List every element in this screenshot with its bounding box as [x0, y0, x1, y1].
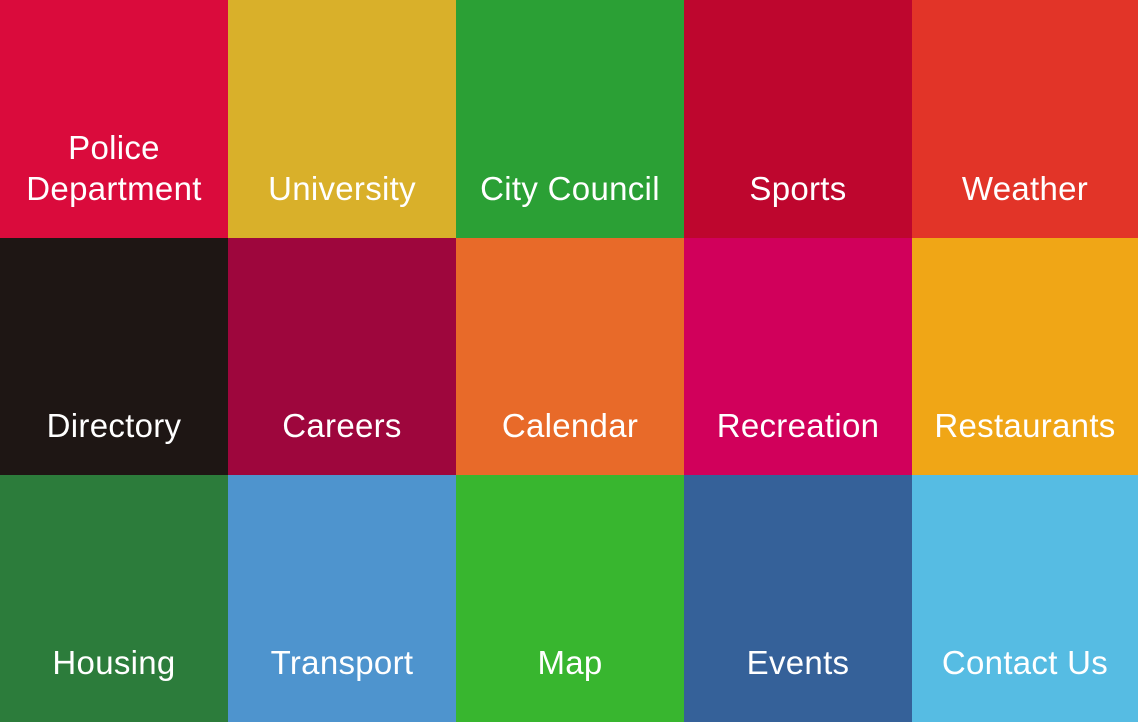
tile-careers[interactable]: Careers — [228, 238, 456, 475]
bottom-strip — [0, 712, 1138, 722]
tile-label: Contact Us — [941, 644, 1109, 681]
tile-label: University — [268, 170, 416, 207]
strip-segment — [0, 712, 228, 722]
tile-city-council[interactable]: City Council — [456, 0, 684, 238]
tile-weather[interactable]: Weather — [912, 0, 1138, 238]
tile-police-department[interactable]: Police Department — [0, 0, 228, 238]
tile-events[interactable]: Events — [684, 475, 912, 712]
tile-label: Housing — [52, 644, 176, 681]
tile-recreation[interactable]: Recreation — [684, 238, 912, 475]
tile-label: Restaurants — [934, 407, 1116, 444]
strip-segment — [456, 712, 684, 722]
strip-segment — [228, 712, 456, 722]
tile-label: Weather — [961, 170, 1089, 207]
tile-restaurants[interactable]: Restaurants — [912, 238, 1138, 475]
tile-label: Events — [746, 644, 850, 681]
tile-contact-us[interactable]: Contact Us — [912, 475, 1138, 712]
tile-label: Map — [537, 644, 603, 681]
tile-label: Police Department — [26, 129, 202, 207]
tile-housing[interactable]: Housing — [0, 475, 228, 712]
strip-segment — [912, 712, 1138, 722]
tile-sports[interactable]: Sports — [684, 0, 912, 238]
tile-label: Careers — [282, 407, 402, 444]
tile-label: Sports — [749, 170, 847, 207]
tile-label: Calendar — [501, 407, 639, 444]
tile-calendar[interactable]: Calendar — [456, 238, 684, 475]
tile-university[interactable]: University — [228, 0, 456, 238]
tile-directory[interactable]: Directory — [0, 238, 228, 475]
tile-transport[interactable]: Transport — [228, 475, 456, 712]
tile-label: Transport — [270, 644, 414, 681]
tile-label: Directory — [46, 407, 182, 444]
tile-label: City Council — [480, 170, 660, 207]
strip-segment — [684, 712, 912, 722]
tile-map[interactable]: Map — [456, 475, 684, 712]
tile-grid: Police Department University City Counci… — [0, 0, 1138, 712]
tile-label: Recreation — [716, 407, 880, 444]
